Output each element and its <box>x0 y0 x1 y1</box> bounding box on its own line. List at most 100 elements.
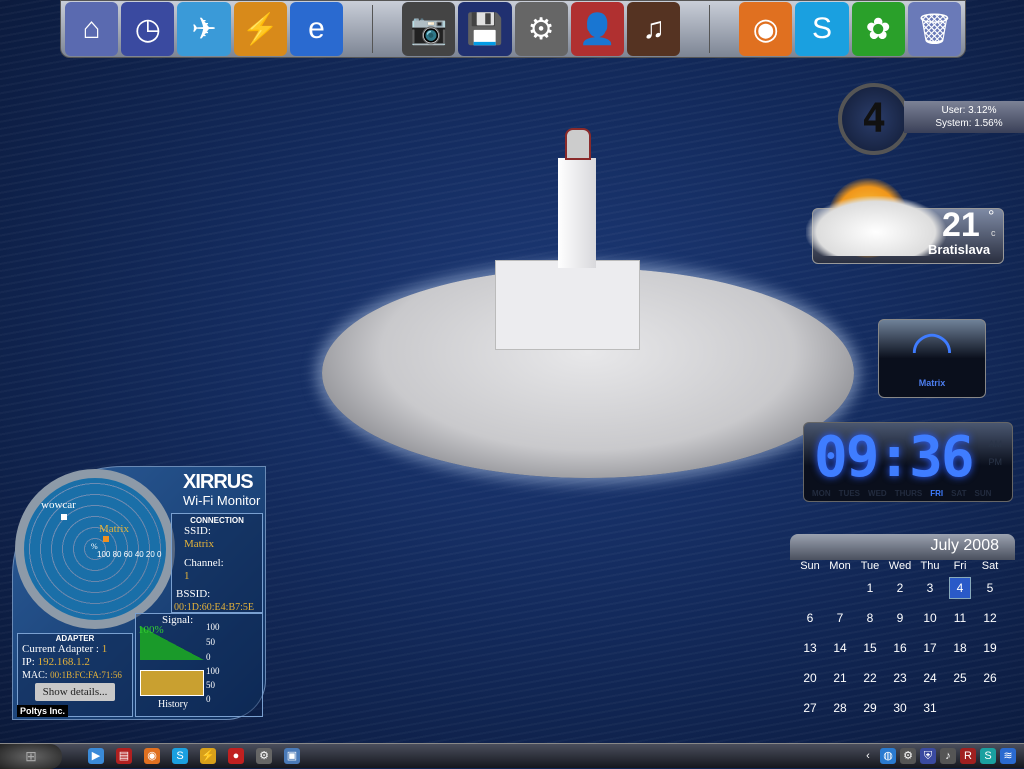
clock-days: MON TUES WED THURS FRI SAT SUN <box>812 489 991 498</box>
shield-icon[interactable]: ⛨ <box>920 748 936 764</box>
calendar-day[interactable]: 10 <box>915 606 945 636</box>
radar-network-wowcar[interactable]: wowcar <box>41 499 76 511</box>
gramophone-icon[interactable]: ♫ <box>626 2 681 56</box>
calendar-day-name: Sun <box>800 560 820 572</box>
calendar-day[interactable]: 19 <box>975 636 1005 666</box>
home-icon[interactable]: ⌂ <box>65 2 119 56</box>
floppy-icon[interactable]: 💾 <box>458 2 512 56</box>
calendar-day[interactable]: 21 <box>825 666 855 696</box>
calendar-day[interactable]: 12 <box>975 606 1005 636</box>
calendar-day-name: Sat <box>981 560 999 572</box>
connection-panel: CONNECTION SSID: Matrix Channel: 1 BSSID… <box>171 513 263 613</box>
channel-value: 1 <box>184 570 190 582</box>
signal-panel: Signal: 100% 100 50 0 100 50 0 History <box>135 613 263 717</box>
calendar-day[interactable]: 22 <box>855 666 885 696</box>
weather-city: Bratislava <box>928 242 991 257</box>
mac-value: 00:1B:FC:FA:71:56 <box>50 670 122 680</box>
firefox-icon[interactable]: ◉ <box>144 748 160 764</box>
wallpaper-lighthouse-lamp <box>565 128 591 160</box>
dock: ⌂ ◷ ✈ ⚡ e 📷 💾 ⚙ 👤 ♫ ◉ S ✿ 🗑 <box>60 0 966 58</box>
calendar-day[interactable]: 14 <box>825 636 855 666</box>
radar-point <box>103 536 109 542</box>
ip-value: 192.168.1.2 <box>37 656 90 668</box>
calendar-day[interactable]: 15 <box>855 636 885 666</box>
calendar-day[interactable]: 5 <box>975 576 1005 606</box>
calendar-day[interactable]: 16 <box>885 636 915 666</box>
settings-icon[interactable]: ⚙ <box>900 748 916 764</box>
calendar-day[interactable]: 18 <box>945 636 975 666</box>
scale-label: 0 <box>206 652 211 662</box>
tools-icon[interactable]: ⚙ <box>256 748 272 764</box>
scale-label: 50 <box>206 637 215 647</box>
dock-separator <box>372 5 374 53</box>
calendar-day[interactable]: 27 <box>795 696 825 726</box>
poltys-logo: Poltys Inc. <box>17 705 69 717</box>
internet-explorer-icon[interactable]: e <box>289 2 344 56</box>
antivirus-icon[interactable]: R <box>960 748 976 764</box>
calendar-day[interactable]: 31 <box>915 696 945 726</box>
calendar-day[interactable]: 7 <box>825 606 855 636</box>
skype-icon[interactable]: S <box>795 2 849 56</box>
calendar-day[interactable]: 8 <box>855 606 885 636</box>
calendar-today[interactable]: 4 <box>949 577 971 599</box>
calendar-day[interactable]: 3 <box>915 576 945 606</box>
weather-temp: 21 <box>942 206 980 244</box>
clock-time: 09:36 <box>814 425 975 490</box>
calendar-title[interactable]: July 2008 <box>790 534 1015 560</box>
xfire-icon[interactable]: ✈ <box>177 2 231 56</box>
opera-icon[interactable]: ● <box>228 748 244 764</box>
monitor-icon[interactable]: ▣ <box>284 748 300 764</box>
tools-icon[interactable]: ⚙ <box>514 2 568 56</box>
digital-clock-gadget[interactable]: 09:36 AM PM MON TUES WED THURS FRI SAT SUN <box>803 422 1013 502</box>
calendar-empty <box>795 576 825 606</box>
calendar-day[interactable]: 6 <box>795 606 825 636</box>
xirrus-wifi-monitor: wowcar Matrix % 100 80 60 40 20 0 XIRRUS… <box>12 466 266 720</box>
calendar-day[interactable]: 24 <box>915 666 945 696</box>
calendar-day[interactable]: 30 <box>885 696 915 726</box>
calendar-gadget: July 2008 Sun Mon Tue Wed Thu Fri Sat 1 2 3 4 5 6 7 8 9… <box>790 534 1015 726</box>
chevron-left-icon[interactable]: ‹ <box>860 748 876 764</box>
media-player-icon[interactable]: ▶ <box>88 748 104 764</box>
camera-icon[interactable]: 📷 <box>402 2 456 56</box>
winamp-icon[interactable]: ⚡ <box>200 748 216 764</box>
calendar-day[interactable]: 20 <box>795 666 825 696</box>
clock-day: THURS <box>894 489 923 498</box>
calendar-day[interactable]: 11 <box>945 606 975 636</box>
cpu-system: System: 1.56% <box>935 118 1003 129</box>
calendar-day[interactable]: 13 <box>795 636 825 666</box>
floppy-icon[interactable]: ▤ <box>116 748 132 764</box>
calendar-day[interactable]: 17 <box>915 636 945 666</box>
recycle-bin-icon[interactable]: 🗑 <box>907 2 962 56</box>
clock-icon[interactable]: ◷ <box>121 2 175 56</box>
wifi-tray-icon[interactable]: ≋ <box>1000 748 1016 764</box>
volume-icon[interactable]: ♪ <box>940 748 956 764</box>
wifi-gadget[interactable]: ◠ Matrix <box>878 319 986 398</box>
scale-label: 100 <box>206 622 220 632</box>
winamp-icon[interactable]: ⚡ <box>233 2 287 56</box>
calendar-day[interactable]: 26 <box>975 666 1005 696</box>
radar-network-matrix[interactable]: Matrix <box>99 523 129 535</box>
signal-value: 100% <box>138 624 164 636</box>
adapter-label: Current Adapter : <box>22 643 99 655</box>
calendar-day[interactable]: 25 <box>945 666 975 696</box>
ssid-label: SSID: <box>184 525 211 537</box>
calendar-day[interactable]: 29 <box>855 696 885 726</box>
network-globe-icon[interactable]: ◍ <box>880 748 896 764</box>
calendar-day[interactable]: 1 <box>855 576 885 606</box>
calendar-day[interactable]: 2 <box>885 576 915 606</box>
xirrus-subtitle: Wi-Fi Monitor <box>183 493 261 508</box>
firefox-icon[interactable]: ◉ <box>739 2 793 56</box>
mac-label: MAC: <box>22 670 48 681</box>
calendar-day[interactable]: 23 <box>885 666 915 696</box>
start-button[interactable]: ⊞ <box>0 743 62 769</box>
skype-icon[interactable]: S <box>172 748 188 764</box>
cpu-meter-gadget[interactable]: 4 User: 3.12% System: 1.56% <box>838 83 1024 155</box>
show-details-button[interactable]: Show details... <box>35 683 115 701</box>
user-manager-icon[interactable]: 👤 <box>570 2 624 56</box>
cpu-usage-panel: User: 3.12% System: 1.56% <box>904 101 1024 133</box>
calendar-day[interactable]: 28 <box>825 696 855 726</box>
icq-icon[interactable]: ✿ <box>851 2 905 56</box>
skype-tray-icon[interactable]: S <box>980 748 996 764</box>
calendar-day[interactable]: 9 <box>885 606 915 636</box>
ssid-value: Matrix <box>184 538 214 550</box>
